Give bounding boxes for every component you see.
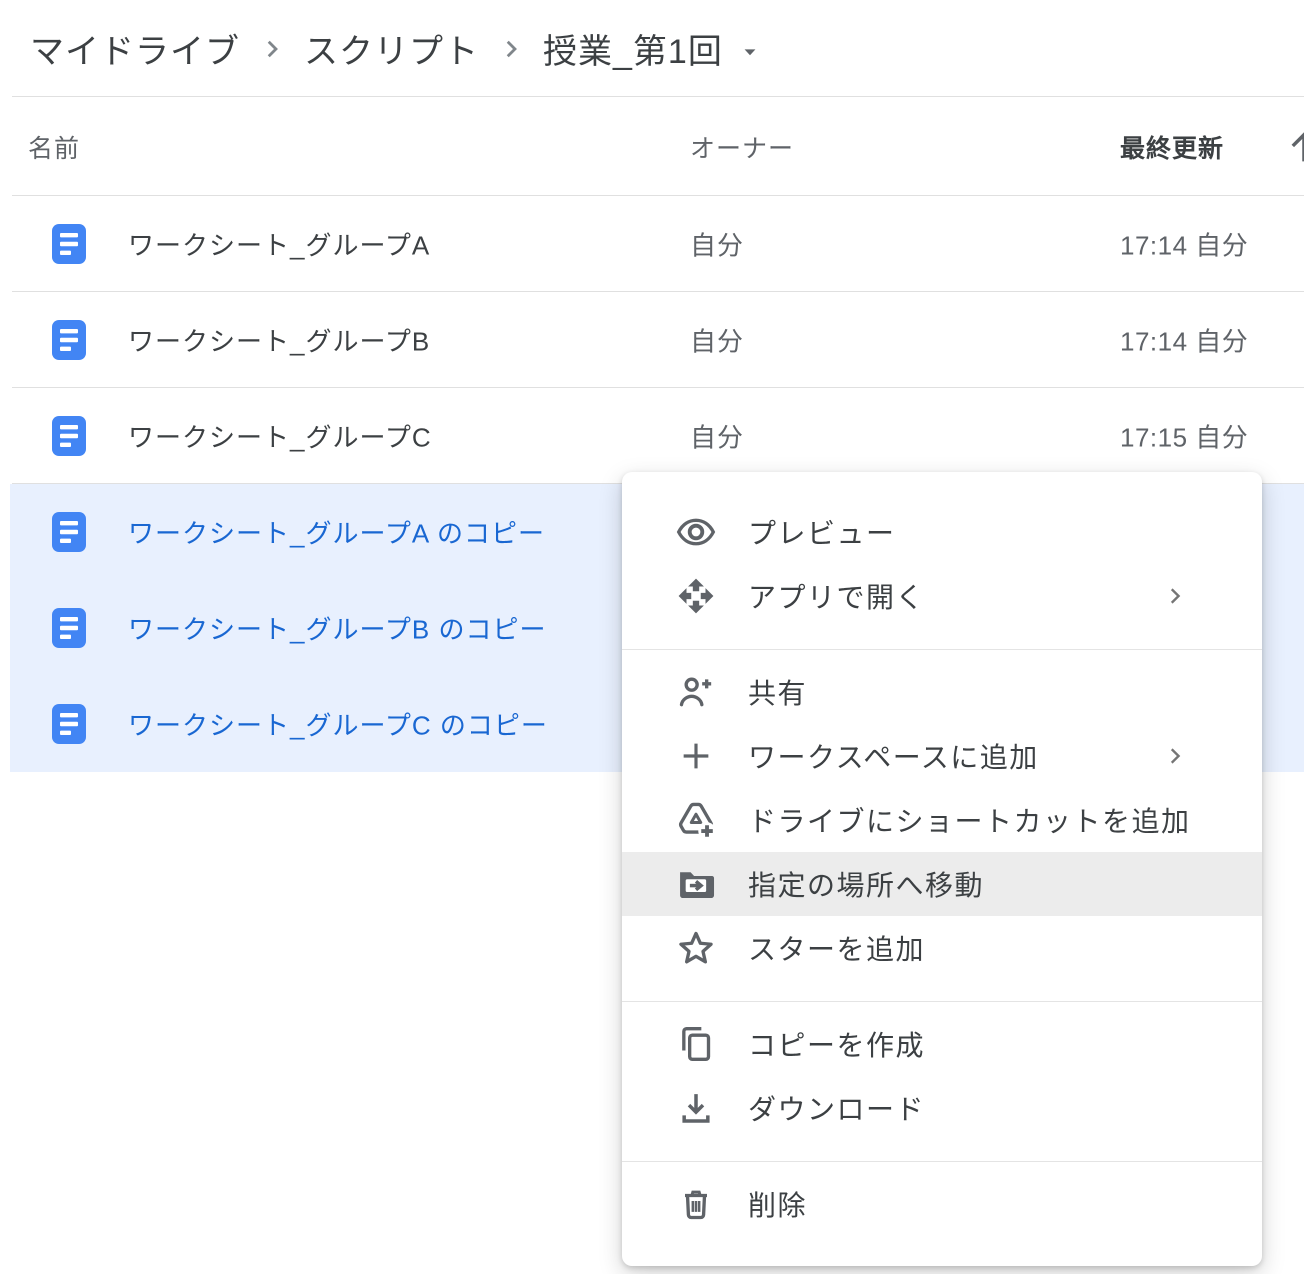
file-owner: 自分 <box>690 226 744 263</box>
menu-item-label: ワークスペースに追加 <box>748 736 1039 776</box>
breadcrumb-link[interactable]: 授業_第1回 <box>543 24 723 73</box>
menu-divider <box>622 649 1262 650</box>
menu-divider <box>622 1001 1262 1002</box>
person-add-icon <box>674 670 718 714</box>
star-icon <box>674 926 718 970</box>
menu-item[interactable]: ワークスペースに追加 <box>622 724 1262 788</box>
breadcrumb-dropdown-icon[interactable] <box>737 39 763 65</box>
menu-item[interactable]: ドライブにショートカットを追加 <box>622 788 1262 852</box>
docs-icon <box>52 224 86 264</box>
breadcrumb-item: 授業_第1回 <box>479 24 763 73</box>
breadcrumb-item: スクリプト <box>240 24 479 73</box>
breadcrumb-link[interactable]: マイドライブ <box>30 24 240 73</box>
file-name: ワークシート_グループC のコピー <box>128 706 548 743</box>
breadcrumb-chevron-icon <box>258 35 286 63</box>
menu-item-label: アプリで開く <box>748 576 925 616</box>
folder-move-icon <box>674 862 718 906</box>
menu-item[interactable]: スターを追加 <box>622 916 1262 980</box>
context-menu: プレビュー アプリで開く 共有 ワークスペースに追加 ドライブにショートカットを… <box>622 472 1262 1266</box>
menu-divider <box>622 1161 1262 1162</box>
file-name: ワークシート_グループA <box>128 226 430 263</box>
menu-item-label: プレビュー <box>748 512 896 552</box>
file-modified: 17:14 自分 <box>1120 226 1248 263</box>
file-modified: 17:15 自分 <box>1120 418 1248 455</box>
copy-icon <box>674 1022 718 1066</box>
menu-item[interactable]: プレビュー <box>622 500 1262 564</box>
file-name: ワークシート_グループA のコピー <box>128 514 545 551</box>
open-with-icon <box>674 574 718 618</box>
column-header-owner[interactable]: オーナー <box>690 129 794 165</box>
trash-icon <box>674 1182 718 1226</box>
plus-icon <box>674 734 718 778</box>
sort-arrow-up-icon[interactable] <box>1283 126 1304 168</box>
docs-icon <box>52 608 86 648</box>
column-header-name[interactable]: 名前 <box>28 129 80 165</box>
menu-item[interactable]: 指定の場所へ移動 <box>622 852 1262 916</box>
column-header-modified[interactable]: 最終更新 <box>1120 129 1224 165</box>
submenu-chevron-icon <box>1162 583 1188 609</box>
menu-item[interactable]: 削除 <box>622 1172 1262 1236</box>
download-icon <box>674 1086 718 1130</box>
eye-icon <box>674 510 718 554</box>
menu-item[interactable]: 共有 <box>622 660 1262 724</box>
docs-icon <box>52 416 86 456</box>
breadcrumb-item: マイドライブ <box>30 24 240 73</box>
menu-item-label: 指定の場所へ移動 <box>748 864 984 904</box>
breadcrumb: マイドライブ スクリプト 授業_第1回 <box>0 0 1304 97</box>
file-modified: 17:14 自分 <box>1120 322 1248 359</box>
drive-shortcut-icon <box>674 798 718 842</box>
breadcrumb-chevron-icon <box>497 35 525 63</box>
file-owner: 自分 <box>690 418 744 455</box>
drive-file-list-page: { "breadcrumb": { "items": [ { "label": … <box>0 0 1304 1274</box>
menu-item[interactable]: コピーを作成 <box>622 1012 1262 1076</box>
submenu-chevron-icon <box>1162 743 1188 769</box>
file-row[interactable]: ワークシート_グループA 自分 17:14 自分 <box>0 196 1304 292</box>
menu-item-label: ドライブにショートカットを追加 <box>748 800 1191 840</box>
file-row[interactable]: ワークシート_グループB 自分 17:14 自分 <box>0 292 1304 388</box>
docs-icon <box>52 320 86 360</box>
file-table-header: 名前 オーナー 最終更新 <box>0 97 1304 196</box>
file-name: ワークシート_グループB のコピー <box>128 610 546 647</box>
file-name: ワークシート_グループC <box>128 418 432 455</box>
menu-item-label: 削除 <box>748 1184 807 1224</box>
menu-item[interactable]: ダウンロード <box>622 1076 1262 1140</box>
file-name: ワークシート_グループB <box>128 322 430 359</box>
file-row[interactable]: ワークシート_グループC 自分 17:15 自分 <box>0 388 1304 484</box>
breadcrumb-link[interactable]: スクリプト <box>304 24 479 73</box>
file-owner: 自分 <box>690 322 744 359</box>
menu-item-label: スターを追加 <box>748 928 925 968</box>
menu-item[interactable]: アプリで開く <box>622 564 1262 628</box>
menu-item-label: 共有 <box>748 672 807 712</box>
docs-icon <box>52 704 86 744</box>
menu-item-label: コピーを作成 <box>748 1024 925 1064</box>
docs-icon <box>52 512 86 552</box>
menu-item-label: ダウンロード <box>748 1088 925 1128</box>
